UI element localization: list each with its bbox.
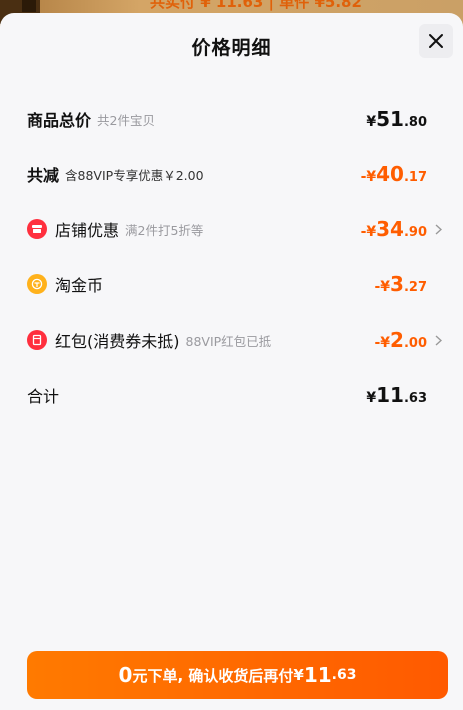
amount-currency: ¥ xyxy=(380,279,391,295)
sheet-header: 价格明细 xyxy=(0,13,463,77)
amount-decimal: .00 xyxy=(403,336,427,351)
row-goods-total: 商品总价 共2件宝贝 ¥ 51 .80 xyxy=(27,104,445,134)
chevron-right-icon xyxy=(431,223,445,235)
amount-currency: ¥ xyxy=(366,114,377,130)
chevron-right-icon xyxy=(431,334,445,346)
amount-currency: ¥ xyxy=(366,390,377,406)
amount-integer: 34 xyxy=(376,217,404,241)
button-amount-decimal: .63 xyxy=(331,667,357,683)
row-amount: ¥ 11 .63 xyxy=(366,383,427,407)
taojin-coin-icon xyxy=(27,274,47,294)
close-icon xyxy=(429,34,443,48)
background-total-text: 共实付 ¥ 11.63 | 单件 ¥5.82 xyxy=(150,0,362,11)
row-label: 商品总价 xyxy=(27,111,92,130)
amount-integer: 2 xyxy=(390,328,404,352)
row-total-discount: 共减 含88VIP专享优惠￥2.00 - ¥ 40 .17 xyxy=(27,159,445,189)
amount-decimal: .27 xyxy=(403,280,427,295)
amount-decimal: .90 xyxy=(403,225,427,240)
sheet-title: 价格明细 xyxy=(191,37,272,59)
amount-integer: 40 xyxy=(376,162,404,186)
row-store-discount[interactable]: 店铺优惠 满2件打5折等 - ¥ 34 .90 xyxy=(27,214,445,244)
row-amount: ¥ 51 .80 xyxy=(366,107,427,131)
amount-decimal: .17 xyxy=(403,170,427,185)
amount-currency: ¥ xyxy=(366,169,377,185)
row-amount: - ¥ 40 .17 xyxy=(361,162,427,186)
row-label: 红包(消费券未抵) xyxy=(55,332,180,351)
button-text: 元下单, 确认收货后再付 xyxy=(132,666,294,685)
amount-integer: 11 xyxy=(376,383,404,407)
red-packet-icon xyxy=(27,330,47,350)
row-sub: 含88VIP专享优惠￥2.00 xyxy=(65,167,204,183)
row-sub: 满2件打5折等 xyxy=(125,222,204,238)
row-sub: 88VIP红包已抵 xyxy=(185,333,272,349)
background-product-thumbnail xyxy=(22,0,36,12)
row-amount: - ¥ 3 .27 xyxy=(374,272,427,296)
row-grand-total: 合计 ¥ 11 .63 xyxy=(27,380,445,410)
amount-decimal: .63 xyxy=(403,391,427,406)
amount-currency: ¥ xyxy=(380,335,391,351)
row-taojin-coin: 淘金币 - ¥ 3 .27 xyxy=(27,269,445,299)
row-label: 店铺优惠 xyxy=(55,221,120,240)
row-label: 共减 xyxy=(27,166,60,185)
row-amount: - ¥ 2 .00 xyxy=(374,328,427,352)
button-zero: 0 xyxy=(118,663,133,687)
submit-order-button[interactable]: 0 元下单, 确认收货后再付 ¥ 11 .63 xyxy=(27,651,448,699)
button-amount-integer: 11 xyxy=(303,663,332,687)
row-red-packet[interactable]: 红包(消费券未抵) 88VIP红包已抵 - ¥ 2 .00 xyxy=(27,325,445,355)
amount-decimal: .80 xyxy=(403,115,427,130)
row-sub: 共2件宝贝 xyxy=(97,112,155,128)
close-button[interactable] xyxy=(419,24,453,58)
row-label: 合计 xyxy=(27,387,60,406)
price-detail-sheet: 价格明细 商品总价 共2件宝贝 ¥ 51 .80 共减 含88VIP专享优惠￥2… xyxy=(0,13,463,710)
store-icon xyxy=(27,219,47,239)
amount-integer: 51 xyxy=(376,107,404,131)
row-amount: - ¥ 34 .90 xyxy=(361,217,427,241)
row-label: 淘金币 xyxy=(55,276,104,295)
amount-integer: 3 xyxy=(390,272,404,296)
amount-currency: ¥ xyxy=(366,224,377,240)
button-currency: ¥ xyxy=(293,666,304,684)
